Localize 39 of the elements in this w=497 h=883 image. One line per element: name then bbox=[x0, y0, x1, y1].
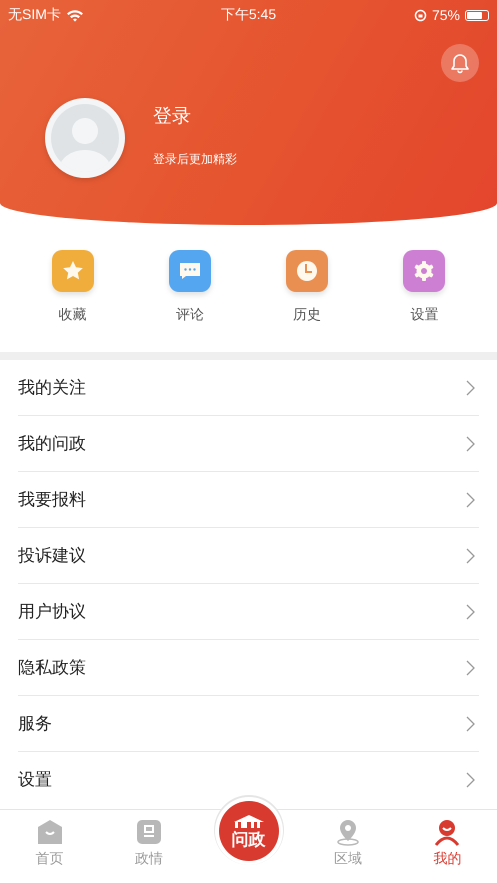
avatar-icon[interactable] bbox=[45, 98, 125, 178]
pavilion-icon bbox=[232, 814, 266, 830]
chevron-right-icon bbox=[466, 492, 475, 508]
shortcut-label[interactable]: 收藏 bbox=[58, 306, 87, 324]
menu-item[interactable]: 投诉建议 bbox=[18, 528, 479, 584]
battery-text: 75% bbox=[432, 7, 460, 23]
menu-item[interactable]: 服务 bbox=[18, 696, 479, 752]
notification-button[interactable] bbox=[441, 44, 479, 82]
clock-icon[interactable] bbox=[286, 250, 328, 292]
menu-item[interactable]: 用户协议 bbox=[18, 584, 479, 640]
gear-icon[interactable] bbox=[403, 250, 446, 292]
shortcut-label[interactable]: 评论 bbox=[176, 306, 204, 324]
carrier-text: 无SIM卡 bbox=[8, 6, 61, 24]
tab-item[interactable]: 我的 bbox=[429, 810, 466, 883]
chevron-right-icon bbox=[466, 716, 475, 732]
menu-item[interactable]: 我的关注 bbox=[18, 360, 479, 416]
battery-icon bbox=[465, 10, 489, 20]
time-text: 下午5:45 bbox=[220, 6, 276, 24]
shortcut-label[interactable]: 设置 bbox=[410, 306, 438, 324]
login-link[interactable]: 登录 bbox=[153, 102, 237, 128]
shortcut-label[interactable]: 历史 bbox=[293, 306, 322, 324]
bell-icon bbox=[449, 52, 471, 74]
menu-item[interactable]: 我要报料 bbox=[18, 472, 479, 528]
home-icon bbox=[36, 818, 64, 846]
chevron-right-icon bbox=[466, 436, 475, 452]
login-hint-text: 登录后更加精彩 bbox=[153, 150, 237, 168]
menu-item[interactable]: 隐私政策 bbox=[18, 640, 479, 696]
chevron-right-icon bbox=[466, 660, 475, 676]
wifi-icon bbox=[66, 8, 84, 22]
menu-item[interactable]: 我的问政 bbox=[18, 416, 479, 472]
rotation-lock-icon bbox=[414, 8, 427, 22]
chevron-right-icon bbox=[466, 772, 475, 788]
center-logo-button[interactable]: 问政 bbox=[218, 801, 279, 861]
news-icon bbox=[135, 818, 164, 846]
me-icon bbox=[433, 818, 462, 846]
chevron-right-icon bbox=[466, 548, 475, 564]
comment-icon[interactable] bbox=[168, 250, 211, 292]
chevron-right-icon bbox=[466, 604, 475, 620]
chevron-right-icon bbox=[466, 380, 475, 396]
